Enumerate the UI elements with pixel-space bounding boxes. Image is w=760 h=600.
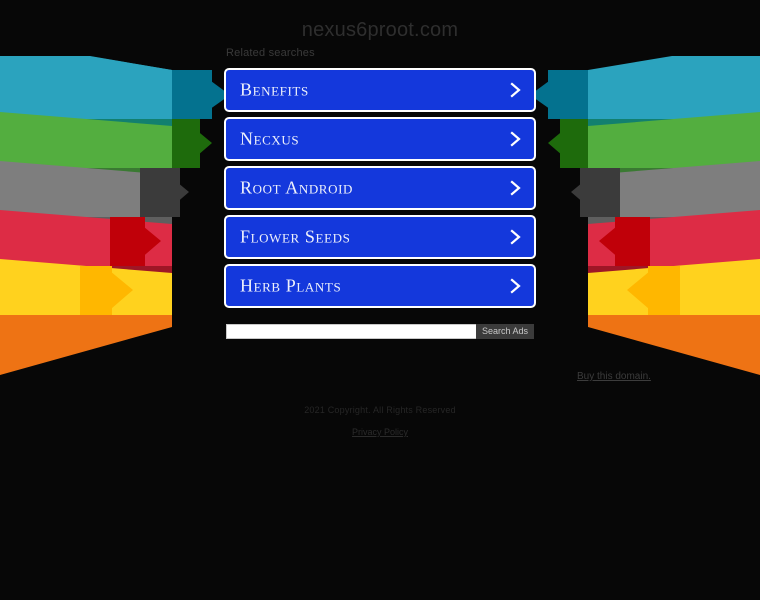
- ad-label-1: Necxus: [240, 128, 300, 149]
- ad-link-2[interactable]: Root Android: [224, 166, 536, 210]
- privacy-policy-row: Privacy Policy: [0, 427, 760, 437]
- ad-label-4: Herb Plants: [240, 275, 342, 296]
- search-input[interactable]: [226, 324, 476, 339]
- related-searches-label: Related searches: [226, 47, 315, 59]
- ad-label-2: Root Android: [240, 177, 353, 198]
- chevron-right-icon: [510, 278, 521, 294]
- chevron-right-icon: [510, 82, 521, 98]
- page-content: nexus6proot.com Related searches Benefit…: [0, 0, 760, 600]
- chevron-right-icon: [510, 180, 521, 196]
- privacy-policy-link[interactable]: Privacy Policy: [352, 427, 408, 437]
- chevron-right-icon: [510, 229, 521, 245]
- search-ads-row: Search Ads: [226, 324, 534, 339]
- ad-link-1[interactable]: Necxus: [224, 117, 536, 161]
- ad-link-3[interactable]: Flower Seeds: [224, 215, 536, 259]
- page-title: nexus6proot.com: [301, 19, 459, 41]
- ad-link-4[interactable]: Herb Plants: [224, 264, 536, 308]
- search-ads-button[interactable]: Search Ads: [476, 324, 534, 339]
- copyright-text: 2021 Copyright. All Rights Reserved: [304, 405, 456, 415]
- ad-label-3: Flower Seeds: [240, 226, 351, 247]
- buy-this-domain-link[interactable]: Buy this domain.: [577, 371, 651, 382]
- related-searches-list: Benefits Necxus Root Android Flower Seed…: [224, 68, 536, 313]
- ad-label-0: Benefits: [240, 79, 309, 100]
- ad-link-0[interactable]: Benefits: [224, 68, 536, 112]
- chevron-right-icon: [510, 131, 521, 147]
